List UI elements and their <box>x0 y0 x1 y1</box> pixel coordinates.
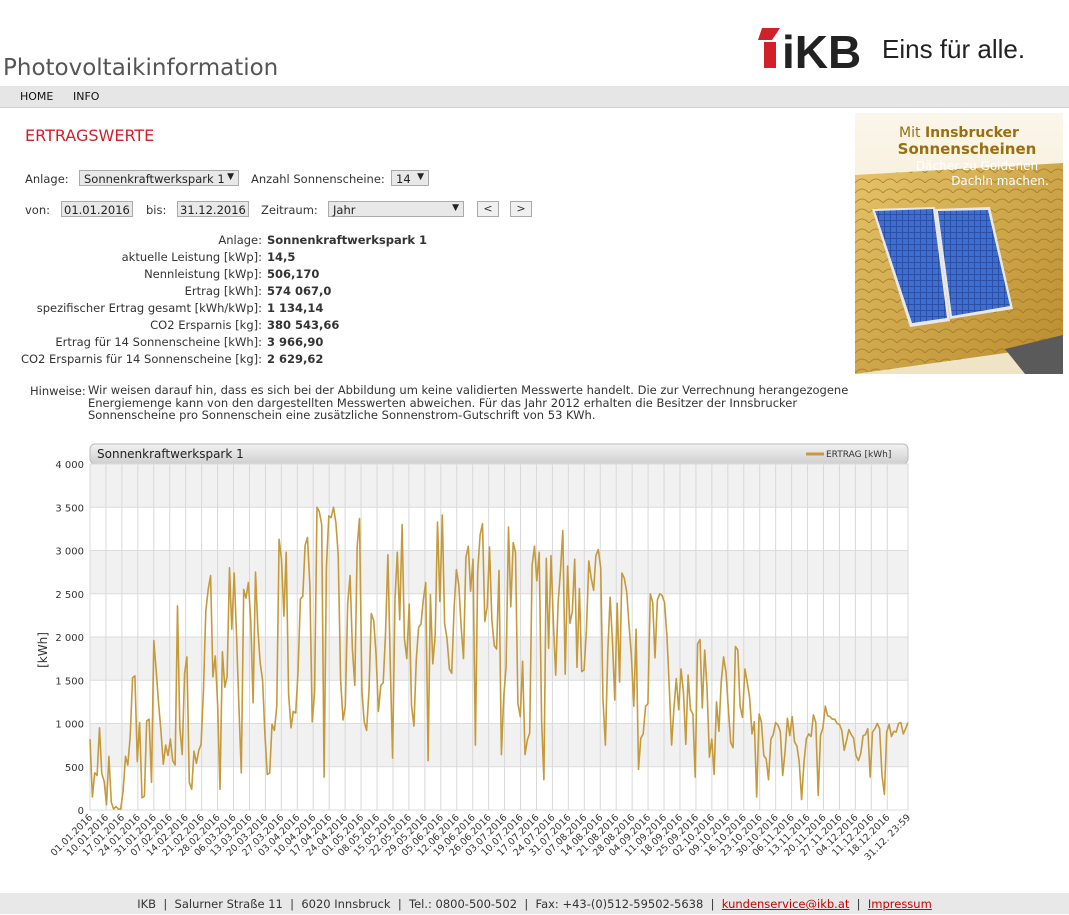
y-tick-label: 3 000 <box>55 547 84 558</box>
footer: IKB | Salurner Straße 11 | 6020 Innsbruc… <box>0 893 1069 914</box>
zeitraum-select-value: Jahr <box>333 203 356 217</box>
info-label: Ertrag für 14 Sonnenscheine [kWh]: <box>55 335 262 349</box>
chevron-down-icon: ▼ <box>417 172 424 182</box>
footer-city: 6020 Innsbruck <box>301 897 391 911</box>
info-row: Anlage: Sonnenkraftwerkspark 1 <box>0 233 560 250</box>
bis-label: bis: <box>146 203 167 217</box>
info-value: Sonnenkraftwerkspark 1 <box>267 233 428 247</box>
banner-line1-pre: Mit <box>899 125 921 141</box>
info-value: 2 629,62 <box>267 352 324 366</box>
ikb-logo[interactable]: iKB Eins für alle. <box>758 26 1058 72</box>
footer-impressum-link[interactable]: Impressum <box>868 897 932 911</box>
y-tick-label: 500 <box>65 763 84 774</box>
legend-label[interactable]: ERTRAG [kWh] <box>826 450 891 460</box>
y-tick-label: 2 500 <box>55 590 84 601</box>
ertrag-chart[interactable]: Sonnenkraftwerkspark 1 ERTRAG [kWh] [kWh… <box>0 440 920 870</box>
nav-item-info[interactable]: INFO <box>73 90 99 103</box>
notes-text: Wir weisen darauf hin, dass es sich bei … <box>88 383 849 422</box>
logo-text: iKB <box>782 26 861 72</box>
sonnenscheine-label: Anzahl Sonnenscheine: <box>251 172 385 186</box>
info-label: spezifischer Ertrag gesamt [kWh/kWp]: <box>36 301 262 315</box>
von-label: von: <box>25 203 51 217</box>
footer-street: Salurner Straße 11 <box>174 897 283 911</box>
info-label: Ertrag [kWh]: <box>184 284 262 298</box>
banner-line4: Dachln machen. <box>951 174 1049 188</box>
info-value: 574 067,0 <box>267 284 332 298</box>
svg-text:Mit Innsbrucker: Mit Innsbrucker <box>899 125 1019 141</box>
sonnenscheine-select[interactable]: 14 ▼ <box>391 170 429 186</box>
info-row: Ertrag für 14 Sonnenscheine [kWh]: 3 966,… <box>0 335 560 352</box>
info-value: 14,5 <box>267 250 296 264</box>
footer-fax: Fax: +43-(0)512-59502-5638 <box>535 897 704 911</box>
solar-roof-image: Mit Innsbrucker Sonnenscheinen Dächer zu… <box>855 113 1063 374</box>
info-label: aktuelle Leistung [kWp]: <box>121 250 262 264</box>
info-value: 506,170 <box>267 267 320 281</box>
page-title: Photovoltaikinformation <box>3 55 279 81</box>
anlage-select-value: Sonnenkraftwerkspark 1 <box>84 172 225 186</box>
y-tick-label: 1 000 <box>55 720 84 731</box>
nav-item-home[interactable]: HOME <box>20 90 53 103</box>
chevron-down-icon: ▼ <box>227 172 234 182</box>
chevron-down-icon: ▼ <box>452 203 459 213</box>
info-row: CO2 Ersparnis für 14 Sonnenscheine [kg]:… <box>0 352 560 369</box>
y-tick-label: 4 000 <box>55 460 84 471</box>
info-value: 380 543,66 <box>267 318 340 332</box>
info-label: Nennleistung [kWp]: <box>144 267 262 281</box>
info-label: Anlage: <box>218 233 262 247</box>
info-row: spezifischer Ertrag gesamt [kWh/kWp]: 1 1… <box>0 301 560 318</box>
banner-line3: Dächer zu Goldenen <box>916 159 1038 173</box>
info-value: 3 966,90 <box>267 335 324 349</box>
y-axis-label: [kWh] <box>36 632 50 668</box>
main-nav: HOME INFO <box>0 86 1069 108</box>
y-tick-label: 2 000 <box>55 633 84 644</box>
section-title: ERTRAGSWERTE <box>25 126 155 145</box>
footer-email-link[interactable]: kundenservice@ikb.at <box>722 897 850 911</box>
info-row: aktuelle Leistung [kWp]: 14,5 <box>0 250 560 267</box>
y-tick-labels: 05001 0001 5002 0002 5003 0003 5004 000 <box>55 460 84 817</box>
zeitraum-label: Zeitraum: <box>261 203 318 217</box>
y-tick-label: 1 500 <box>55 676 84 687</box>
promo-banner[interactable]: Mit Innsbrucker Sonnenscheinen Dächer zu… <box>855 113 1063 374</box>
info-label: CO2 Ersparnis für 14 Sonnenscheine [kg]: <box>20 352 262 366</box>
info-row: CO2 Ersparnis [kg]: 380 543,66 <box>0 318 560 335</box>
footer-company: IKB <box>137 897 157 911</box>
bis-date-input[interactable]: 31.12.2016 <box>177 201 249 217</box>
banner-line1-bold: Innsbrucker <box>925 125 1019 141</box>
sonnenscheine-select-value: 14 <box>396 172 411 186</box>
info-row: Ertrag [kWh]: 574 067,0 <box>0 284 560 301</box>
von-date-input[interactable]: 01.01.2016 <box>61 201 133 217</box>
x-tick-labels: 01.01.201610.01.201617.01.201624.01.2016… <box>49 812 913 863</box>
next-period-button[interactable]: > <box>510 201 532 217</box>
ikb-logo-mark: iKB <box>758 26 861 72</box>
chart-title: Sonnenkraftwerkspark 1 <box>97 447 244 461</box>
footer-tel: Tel.: 0800-500-502 <box>409 897 518 911</box>
notes-label: Hinweise: <box>30 384 86 398</box>
info-value: 1 134,14 <box>267 301 324 315</box>
zeitraum-select[interactable]: Jahr ▼ <box>328 201 464 217</box>
banner-line2: Sonnenscheinen <box>898 140 1037 158</box>
anlage-select[interactable]: Sonnenkraftwerkspark 1 ▼ <box>79 170 239 186</box>
info-row: Nennleistung [kWp]: 506,170 <box>0 267 560 284</box>
slogan: Eins für alle. <box>882 34 1026 64</box>
y-tick-label: 3 500 <box>55 503 84 514</box>
info-label: CO2 Ersparnis [kg]: <box>150 318 262 332</box>
chart-band <box>90 464 908 508</box>
prev-period-button[interactable]: < <box>477 201 499 217</box>
anlage-label: Anlage: <box>25 172 69 186</box>
